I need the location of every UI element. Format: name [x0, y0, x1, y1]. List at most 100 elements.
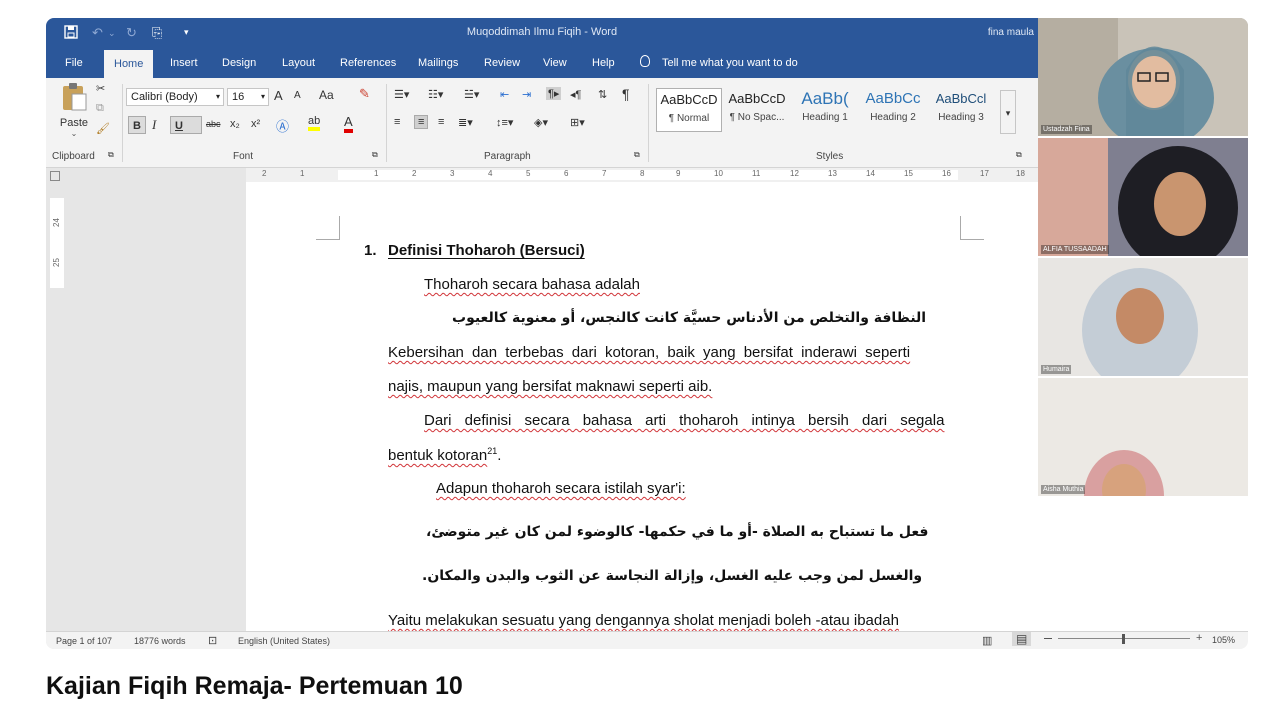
bullets-icon[interactable]: ☰▾ [394, 88, 409, 101]
ltr-direction-icon[interactable]: ¶▸ [546, 87, 562, 100]
paste-dropdown-icon[interactable]: ⌄ [56, 129, 92, 138]
bold-button[interactable]: B [128, 116, 146, 134]
grow-font-button[interactable]: A [274, 88, 283, 103]
cut-icon[interactable]: ✂ [96, 82, 105, 95]
tab-home[interactable]: Home [104, 50, 154, 78]
screen-share-frame: ↶ ⌄ ↻ ⎘ ▾ Muqoddimah Ilmu Fiqih - Word f… [46, 18, 1248, 649]
align-center-icon[interactable]: ≡ [414, 115, 429, 129]
participant-videos: Ustadzah Fiina ALFIA TUSSAADAH Humaira A… [1038, 18, 1248, 649]
tab-help[interactable]: Help [592, 48, 615, 78]
paste-button[interactable]: Paste ⌄ [56, 82, 92, 138]
style-preview: AaBb( [801, 89, 849, 108]
style-no-spacing[interactable]: AaBbCcD ¶ No Spac... [724, 88, 790, 132]
strikethrough-button[interactable]: abc [206, 119, 221, 129]
ruler-mark: 11 [752, 169, 761, 178]
zoom-slider-thumb[interactable] [1122, 634, 1125, 644]
style-name: ¶ No Spac... [729, 112, 785, 123]
video-tile[interactable]: ALFIA TUSSAADAH [1038, 138, 1248, 256]
text-effects-icon[interactable]: Ⓐ [276, 116, 289, 135]
align-right-icon[interactable]: ≡ [438, 116, 444, 128]
shrink-font-button[interactable]: A [294, 90, 301, 101]
participant-video-icon [1038, 258, 1248, 376]
user-name[interactable]: fina maula [988, 27, 1034, 38]
tell-me-label: Tell me what you want to do [662, 57, 798, 69]
highlight-icon[interactable]: ab [308, 115, 321, 131]
superscript-button[interactable]: x² [251, 118, 260, 130]
section-heading: Definisi Thoharoh (Bersuci) [388, 242, 585, 259]
document-page[interactable]: 1. Definisi Thoharoh (Bersuci) Thoharoh … [246, 182, 1053, 632]
multilevel-list-icon[interactable]: ☱▾ [464, 88, 479, 101]
styles-more-button[interactable]: ▾ [1000, 90, 1016, 134]
font-color-button[interactable]: A [344, 114, 353, 133]
tab-view[interactable]: View [543, 48, 567, 78]
proofing-icon[interactable]: ⊡ [208, 634, 217, 647]
language-status[interactable]: English (United States) [238, 636, 330, 646]
participant-video-icon [1038, 378, 1248, 496]
styles-group-label: Styles [816, 151, 844, 162]
style-normal[interactable]: AaBbCcD ¶ Normal [656, 88, 722, 132]
format-painter-icon[interactable]: 🖌 [96, 122, 110, 135]
font-launcher-icon[interactable]: ⧉ [372, 150, 378, 160]
italic-button[interactable]: I [152, 117, 156, 133]
tab-insert[interactable]: Insert [170, 48, 198, 78]
font-family-select[interactable]: Calibri (Body) ▾ [126, 88, 224, 106]
zoom-in-icon[interactable]: + [1196, 632, 1202, 644]
style-heading-2[interactable]: AaBbCc Heading 2 [860, 88, 926, 132]
style-heading-1[interactable]: AaBb(Heading 1 [792, 88, 858, 132]
align-left-icon[interactable]: ≡ [394, 116, 400, 128]
chevron-down-icon: ▾ [215, 92, 220, 101]
ruler-mark: 1 [374, 169, 379, 178]
group-divider [648, 84, 649, 162]
zoom-level[interactable]: 105% [1212, 635, 1235, 645]
arabic-definition: فعل ما تستباح به الصلاة -أو ما في حكمها-… [426, 524, 929, 540]
page-count[interactable]: Page 1 of 107 [56, 636, 112, 646]
word-count[interactable]: 18776 words [134, 636, 186, 646]
underline-button[interactable]: U [170, 116, 202, 134]
title-bar: ↶ ⌄ ↻ ⎘ ▾ Muqoddimah Ilmu Fiqih - Word f… [46, 18, 1038, 48]
tab-review[interactable]: Review [484, 48, 520, 78]
font-size-select[interactable]: 16 ▾ [227, 88, 269, 106]
ruler-mark: 16 [942, 169, 951, 178]
tell-me-search[interactable]: Tell me what you want to do [640, 48, 798, 78]
tab-layout[interactable]: Layout [282, 48, 315, 78]
clipboard-icon [63, 83, 87, 111]
styles-launcher-icon[interactable]: ⧉ [1016, 150, 1022, 160]
line-spacing-icon[interactable]: ↕≡▾ [496, 116, 513, 129]
decrease-indent-icon[interactable]: ⇤ [500, 88, 509, 101]
ruler-mark: 4 [488, 169, 493, 178]
ruler-mark: 13 [828, 169, 837, 178]
tab-file[interactable]: File [65, 48, 83, 78]
participant-video-icon [1038, 18, 1248, 136]
style-heading-3[interactable]: AaBbCcl Heading 3 [928, 88, 994, 132]
horizontal-ruler[interactable]: 2 1 1 2 3 4 5 6 7 8 9 10 11 12 13 14 15 … [246, 168, 1038, 182]
clear-formatting-icon[interactable]: ✎ [359, 86, 370, 102]
subscript-button[interactable]: x₂ [230, 118, 240, 130]
shading-icon[interactable]: ◈▾ [534, 116, 548, 129]
chevron-down-icon: ▾ [260, 92, 265, 101]
print-layout-icon[interactable]: ▤ [1012, 632, 1032, 646]
footnote-reference[interactable]: 21 [487, 446, 497, 456]
zoom-out-icon[interactable] [1044, 638, 1052, 639]
style-preview: AaBbCcl [935, 91, 987, 106]
read-mode-icon[interactable]: ▥ [982, 634, 992, 647]
sort-icon[interactable]: ⇅ [598, 88, 607, 101]
copy-icon[interactable]: ⧉ [96, 102, 104, 115]
tab-references[interactable]: References [340, 48, 396, 78]
paragraph-launcher-icon[interactable]: ⧉ [634, 150, 640, 160]
rtl-direction-icon[interactable]: ◂¶ [570, 88, 581, 101]
show-marks-button[interactable]: ¶ [622, 86, 630, 102]
tab-selector[interactable] [50, 171, 60, 181]
video-tile[interactable]: Humaira [1038, 258, 1248, 376]
borders-icon[interactable]: ⊞▾ [570, 116, 585, 129]
tab-design[interactable]: Design [222, 48, 256, 78]
numbering-icon[interactable]: ☷▾ [428, 88, 443, 101]
video-tile[interactable]: Aisha Muthia [1038, 378, 1248, 496]
font-group-label: Font [233, 151, 254, 162]
video-tile[interactable]: Ustadzah Fiina [1038, 18, 1248, 136]
change-case-button[interactable]: Aa [319, 88, 334, 102]
increase-indent-icon[interactable]: ⇥ [522, 88, 531, 101]
vertical-ruler[interactable]: 24 25 [50, 198, 64, 288]
clipboard-launcher-icon[interactable]: ⧉ [108, 150, 114, 160]
justify-icon[interactable]: ≣▾ [458, 116, 473, 129]
tab-mailings[interactable]: Mailings [418, 48, 458, 78]
